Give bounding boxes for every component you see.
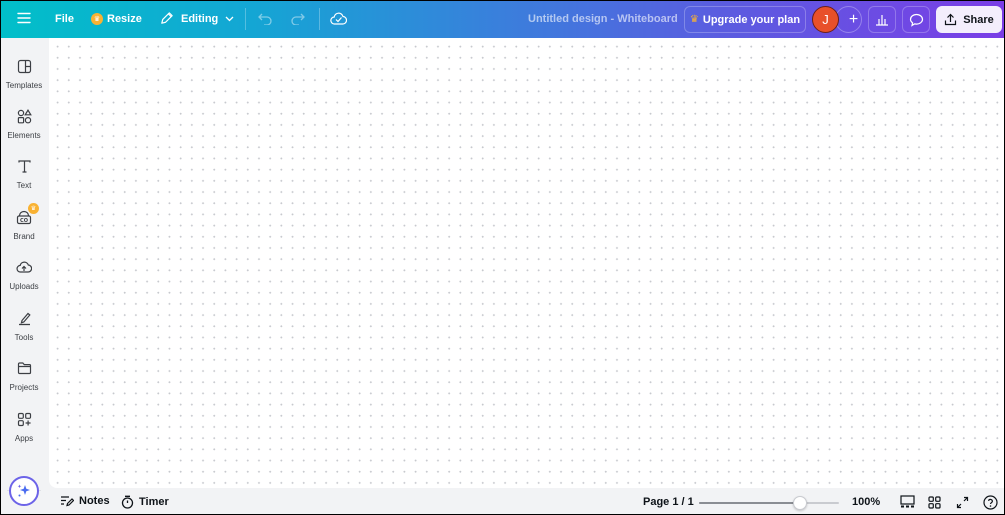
sidebar-item-label: Apps bbox=[14, 434, 34, 443]
sidebar-item-tools[interactable]: Tools bbox=[1, 307, 47, 353]
toolbar-divider bbox=[245, 8, 246, 30]
design-title[interactable]: Untitled design - Whiteboard bbox=[528, 13, 678, 25]
sidebar-item-templates[interactable]: Templates bbox=[1, 55, 47, 101]
undo-icon bbox=[258, 13, 272, 25]
zoom-slider[interactable] bbox=[699, 496, 839, 510]
toolbar-divider bbox=[319, 8, 320, 30]
sidebar-item-label: Templates bbox=[5, 81, 43, 90]
zoom-slider-fill bbox=[699, 502, 800, 504]
plus-icon: + bbox=[848, 10, 859, 28]
cloud-check-icon bbox=[330, 12, 347, 25]
comments-button[interactable] bbox=[902, 6, 930, 33]
main-menu-button[interactable] bbox=[17, 12, 31, 24]
share-upload-icon bbox=[945, 13, 957, 26]
notes-button[interactable]: Notes bbox=[60, 495, 110, 507]
sidebar-item-apps[interactable]: Apps bbox=[1, 408, 47, 454]
comment-icon bbox=[909, 13, 923, 27]
resize-button[interactable]: ♛ Resize bbox=[91, 13, 142, 25]
grid-view-button[interactable] bbox=[926, 494, 942, 510]
left-sidebar: Templates Elements Text CO ♛ Brand Uploa… bbox=[1, 38, 47, 514]
bottom-bar: Notes Timer Page 1 / 1 100% bbox=[49, 488, 1004, 514]
upgrade-plan-button[interactable]: ♛ Upgrade your plan bbox=[684, 6, 806, 33]
editing-mode-dropdown[interactable]: Editing bbox=[159, 11, 234, 26]
sidebar-item-elements[interactable]: Elements bbox=[1, 105, 47, 151]
redo-button[interactable] bbox=[290, 12, 305, 25]
page-thumbnails-button[interactable] bbox=[899, 494, 915, 510]
user-avatar[interactable]: J bbox=[812, 6, 839, 33]
share-label: Share bbox=[963, 13, 994, 26]
add-collaborator-button[interactable]: + bbox=[835, 6, 862, 33]
top-bar: File ♛ Resize Editing Untitled design - … bbox=[1, 1, 1004, 38]
pencil-icon bbox=[161, 12, 173, 24]
premium-crown-badge: ♛ bbox=[28, 203, 39, 214]
upload-cloud-icon bbox=[15, 258, 33, 276]
sidebar-item-uploads[interactable]: Uploads bbox=[1, 256, 47, 302]
help-icon bbox=[982, 494, 998, 510]
resize-label: Resize bbox=[107, 13, 142, 25]
zoom-percentage[interactable]: 100% bbox=[852, 496, 880, 508]
folder-icon bbox=[15, 359, 33, 377]
avatar-initial: J bbox=[822, 12, 829, 27]
page-indicator[interactable]: Page 1 / 1 bbox=[643, 496, 694, 508]
bar-chart-icon bbox=[876, 15, 888, 26]
expand-icon bbox=[956, 496, 968, 508]
whiteboard-canvas[interactable] bbox=[49, 38, 1004, 488]
text-icon bbox=[15, 157, 33, 175]
save-status-button[interactable] bbox=[330, 12, 347, 25]
sidebar-item-text[interactable]: Text bbox=[1, 155, 47, 201]
fullscreen-button[interactable] bbox=[954, 494, 970, 510]
file-menu-button[interactable]: File bbox=[55, 13, 74, 25]
sidebar-item-brand[interactable]: CO ♛ Brand bbox=[1, 203, 47, 252]
crown-icon: ♛ bbox=[91, 13, 103, 25]
analytics-button[interactable] bbox=[868, 6, 896, 33]
elements-icon bbox=[15, 107, 33, 125]
hamburger-menu-icon bbox=[17, 12, 31, 24]
notes-icon bbox=[61, 496, 74, 507]
upgrade-label: Upgrade your plan bbox=[702, 13, 801, 26]
chevron-down-icon bbox=[225, 16, 234, 21]
notes-label: Notes bbox=[79, 495, 110, 507]
page-thumbnails-icon bbox=[899, 495, 915, 508]
file-label: File bbox=[55, 13, 74, 25]
sidebar-item-label: Projects bbox=[9, 383, 39, 392]
zoom-slider-thumb[interactable] bbox=[792, 496, 807, 510]
sidebar-item-label: Uploads bbox=[9, 282, 39, 291]
apps-icon bbox=[15, 410, 33, 428]
tools-pen-icon bbox=[15, 309, 33, 327]
magic-sparkle-icon bbox=[17, 484, 30, 497]
timer-button[interactable]: Timer bbox=[121, 495, 169, 509]
sidebar-item-label: Elements bbox=[7, 131, 41, 140]
sidebar-item-label: Tools bbox=[14, 333, 34, 342]
redo-icon bbox=[291, 13, 305, 25]
sidebar-item-label: Text bbox=[16, 181, 32, 190]
timer-label: Timer bbox=[139, 496, 169, 508]
svg-text:CO: CO bbox=[20, 217, 28, 223]
editing-label: Editing bbox=[181, 12, 219, 25]
magic-assistant-button[interactable] bbox=[9, 476, 39, 506]
sidebar-item-projects[interactable]: Projects bbox=[1, 357, 47, 403]
templates-icon bbox=[15, 57, 33, 75]
grid-view-icon bbox=[927, 495, 941, 509]
sidebar-item-label: Brand bbox=[13, 232, 35, 241]
crown-icon: ♛ bbox=[689, 14, 699, 25]
help-button[interactable] bbox=[982, 494, 998, 510]
timer-icon bbox=[121, 495, 134, 509]
share-button[interactable]: Share bbox=[936, 6, 1002, 33]
undo-button[interactable] bbox=[258, 12, 273, 25]
